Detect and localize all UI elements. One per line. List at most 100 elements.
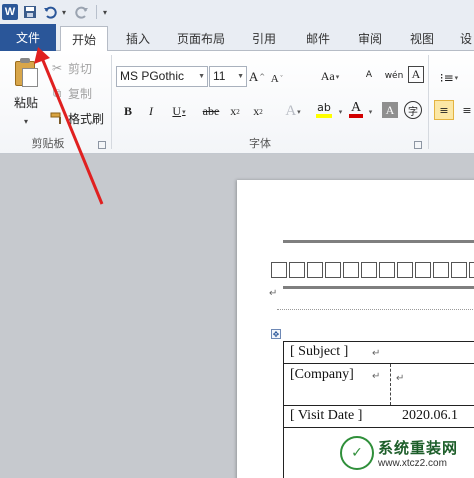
char-border-button[interactable]: A xyxy=(408,66,424,83)
char-shading-button[interactable]: A xyxy=(382,102,398,118)
italic-label: I xyxy=(149,104,153,118)
tab-home[interactable]: 开始 xyxy=(60,26,108,52)
document-page[interactable]: ↵ ✥ [ Subject ] ↵ [Company] ↵ ↵ [ Visit … xyxy=(237,180,474,478)
format-painter-button[interactable]: 格式刷 xyxy=(50,108,104,128)
shrink-font-button[interactable]: Aˇ xyxy=(270,68,284,89)
paste-button[interactable]: 粘贴 ▾ xyxy=(6,56,46,126)
table-row[interactable]: [ Visit Date ] 2020.06.1 xyxy=(283,406,474,428)
align-center-button[interactable]: ≡ xyxy=(458,100,474,120)
title-char-boxes xyxy=(271,262,474,278)
watermark-title: 系统重装网 xyxy=(378,439,459,457)
table-row[interactable]: [Company] ↵ ↵ xyxy=(283,364,474,406)
watermark-text: 系统重装网 www.xtcz2.com xyxy=(378,437,458,469)
phonetic-guide-button[interactable]: wén xyxy=(382,65,406,86)
copy-button[interactable]: ⧉ 复制 xyxy=(50,83,92,103)
tab-references[interactable]: 引用 xyxy=(244,26,284,51)
italic-button[interactable]: I xyxy=(144,101,158,122)
cut-label: 剪切 xyxy=(68,61,93,76)
clipboard-launcher-icon[interactable] xyxy=(98,141,106,149)
format-painter-label: 格式刷 xyxy=(68,111,105,126)
tab-review[interactable]: 审阅 xyxy=(350,26,390,51)
char-border-label: A xyxy=(411,67,421,81)
bold-button[interactable]: B xyxy=(121,101,135,122)
header-rule-bottom xyxy=(283,286,474,289)
change-case-label: Aa xyxy=(320,69,335,83)
change-case-button[interactable]: Aa ▾ xyxy=(318,66,342,87)
font-size-value: 11 xyxy=(213,69,226,83)
char-shading-label: A xyxy=(385,102,395,117)
bold-label: B xyxy=(123,104,132,118)
table-row[interactable]: [ Subject ] ↵ xyxy=(283,342,474,364)
paste-label: 粘贴 xyxy=(13,96,38,110)
tab-developer[interactable]: 设 xyxy=(456,26,474,51)
chevron-down-icon: ▾ xyxy=(297,107,301,116)
tab-insert[interactable]: 插入 xyxy=(118,26,158,51)
header-rule-top xyxy=(283,240,474,243)
tab-mailings[interactable]: 邮件 xyxy=(298,26,338,51)
paste-dropdown-icon[interactable]: ▾ xyxy=(24,117,28,126)
font-name-box[interactable]: MS PGothic ▼ xyxy=(116,66,208,87)
redo-icon[interactable] xyxy=(74,4,90,20)
char-box xyxy=(271,262,287,278)
format-painter-icon xyxy=(50,111,64,125)
highlight-button[interactable]: ab xyxy=(312,99,336,120)
undo-icon[interactable] xyxy=(42,4,58,20)
cell-mark: ↵ xyxy=(372,371,381,382)
grow-arrow-icon: ^ xyxy=(259,72,266,81)
ribbon-tabs: 文件 开始 插入 页面布局 引用 邮件 审阅 视图 设 xyxy=(0,24,474,52)
watermark-logo-icon: ✓ xyxy=(340,436,374,470)
char-box xyxy=(361,262,377,278)
grow-font-button[interactable]: A ^ xyxy=(248,66,266,87)
cut-button[interactable]: ✂ 剪切 xyxy=(50,58,92,78)
char-box xyxy=(397,262,413,278)
align-left-button[interactable]: ≡ xyxy=(434,100,454,120)
undo-dropdown-icon[interactable]: ▾ xyxy=(62,8,70,17)
font-color-button[interactable]: A xyxy=(346,99,366,120)
group-divider xyxy=(111,55,112,149)
save-icon[interactable] xyxy=(22,4,38,20)
tab-file[interactable]: 文件 xyxy=(0,24,56,51)
tab-view[interactable]: 视图 xyxy=(402,26,442,51)
company-cell[interactable]: [Company] xyxy=(290,367,354,383)
underline-button[interactable]: U ▾ xyxy=(168,101,190,122)
font-color-label: A xyxy=(350,99,362,115)
font-size-box[interactable]: 11 ▼ xyxy=(209,66,247,87)
strikethrough-button[interactable]: abe xyxy=(200,101,222,122)
char-box xyxy=(325,262,341,278)
grow-font-label: A xyxy=(248,68,259,84)
ribbon-home: 粘贴 ▾ ✂ 剪切 ⧉ 复制 格式刷 剪贴板 MS PGothic ▼ 11 ▼ xyxy=(0,51,474,154)
subject-cell[interactable]: [ Subject ] xyxy=(290,344,348,360)
customize-qat-icon[interactable]: ▾ xyxy=(103,8,111,17)
dotted-separator xyxy=(277,309,474,310)
text-effect-button[interactable]: A ▾ xyxy=(282,101,304,122)
visit-date-value-cell[interactable]: 2020.06.1 xyxy=(402,408,458,424)
char-box xyxy=(469,262,474,278)
font-launcher-icon[interactable] xyxy=(414,141,422,149)
superscript-mark: 2 xyxy=(259,107,263,116)
enclose-char-button[interactable]: 字 xyxy=(404,101,422,119)
site-watermark: ✓ 系统重装网 www.xtcz2.com xyxy=(340,436,458,470)
subscript-button[interactable]: x2 xyxy=(227,101,243,122)
char-box xyxy=(451,262,467,278)
chevron-down-icon: ▾ xyxy=(182,107,186,116)
align-left-icon: ≡ xyxy=(439,103,449,117)
clear-format-button[interactable]: A xyxy=(359,65,379,86)
font-group-label: 字体 xyxy=(249,137,271,150)
text-effect-label: A xyxy=(285,103,297,119)
highlight-dropdown-icon[interactable]: ▾ xyxy=(336,101,344,122)
column-divider xyxy=(390,364,391,405)
table-move-handle-icon[interactable]: ✥ xyxy=(271,329,281,339)
group-divider xyxy=(428,55,429,149)
bullets-button[interactable]: ⁝≡ ▾ xyxy=(436,67,462,88)
underline-label: U xyxy=(172,104,182,118)
watermark-url: www.xtcz2.com xyxy=(378,458,447,469)
chevron-down-icon: ▼ xyxy=(237,73,244,80)
word-window: W ▾ ▾ 文件 开始 插入 页面布局 引用 邮件 审阅 视图 设 粘贴 ▾ ✂… xyxy=(0,0,474,478)
font-color-bar xyxy=(349,113,363,118)
tab-page-layout[interactable]: 页面布局 xyxy=(168,26,234,51)
cell-mark: ↵ xyxy=(396,373,405,384)
visit-date-label-cell[interactable]: [ Visit Date ] xyxy=(290,408,362,424)
word-app-icon[interactable]: W xyxy=(2,4,18,20)
font-color-dropdown-icon[interactable]: ▾ xyxy=(366,101,374,122)
superscript-button[interactable]: x2 xyxy=(250,101,266,122)
